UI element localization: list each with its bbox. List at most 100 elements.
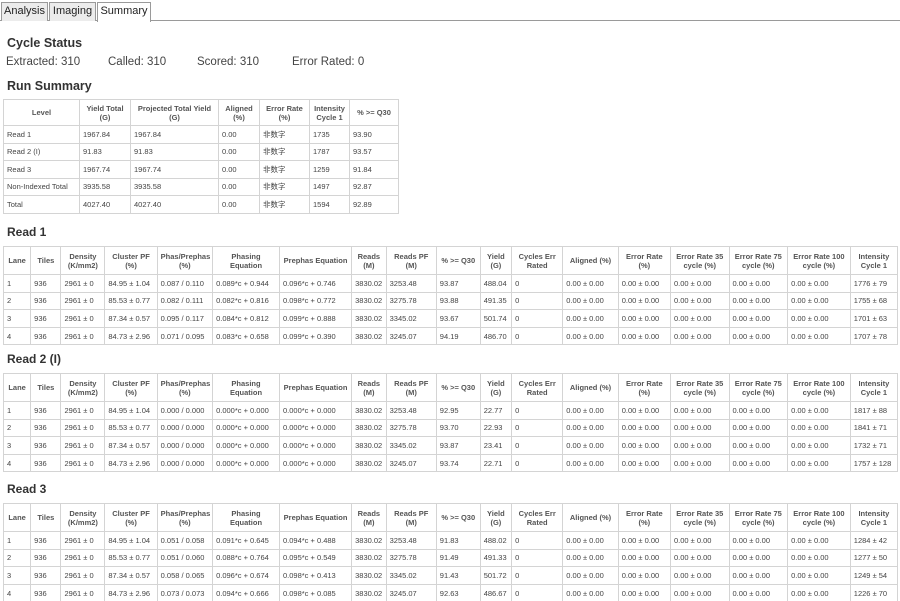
table-cell: 87.34 ± 0.57 [104, 436, 158, 455]
table-cell: Read 3 [3, 160, 80, 179]
read-table-header: Yield (G) [479, 503, 513, 532]
table-cell: 0.089*c + 0.944 [212, 274, 280, 293]
table-cell: 0 [511, 274, 564, 293]
read-table-header: Error Rate 35 cycle (%) [669, 246, 730, 275]
table-cell: 3830.02 [351, 436, 387, 455]
tab-bar: Analysis Imaging Summary [0, 0, 900, 22]
table-cell: 1594 [309, 195, 350, 214]
table-cell: 486.67 [479, 583, 513, 601]
table-cell: 3345.02 [385, 436, 437, 455]
table-cell: 0.00 ± 0.00 [728, 291, 789, 311]
table-row: 4 936 2961 ± 0 84.73 ± 2.96 0.071 / 0.095 0.0… [2, 326, 899, 346]
table-cell: 4 [2, 326, 32, 346]
table-row: 4 936 2961 ± 0 84.73 ± 2.96 0.000 / 0.000 0.0… [2, 453, 899, 473]
run-summary-header: Projected Total Yield (G) [130, 99, 219, 126]
table-row: 3 936 2961 ± 0 87.34 ± 0.57 0.000 / 0.000 0.0… [2, 436, 899, 455]
table-cell: 3345.02 [385, 309, 437, 328]
table-cell: 3245.07 [385, 583, 437, 601]
table-cell: 0.00 ± 0.00 [669, 274, 730, 293]
tab-imaging[interactable]: Imaging [49, 2, 96, 21]
table-cell: 0 [511, 583, 564, 601]
table-row: 1 936 2961 ± 0 84.95 ± 1.04 0.087 / 0.110 0.0… [2, 274, 899, 293]
table-cell: 0.000 / 0.000 [156, 418, 214, 438]
read-table-header: Error Rate 75 cycle (%) [728, 246, 789, 275]
read-table-header: Aligned (%) [562, 373, 619, 402]
table-cell: 0.00 ± 0.00 [787, 531, 851, 550]
table-cell: 0.00 ± 0.00 [562, 453, 619, 473]
table-cell: 0 [511, 418, 564, 438]
table-cell: 非数字 [259, 125, 310, 144]
read-table-header: Reads PF (M) [385, 373, 437, 402]
tab-analysis[interactable]: Analysis [1, 2, 48, 21]
table-cell: 2961 ± 0 [60, 566, 106, 585]
table-cell: 3830.02 [351, 418, 387, 438]
table-cell: 936 [30, 401, 62, 420]
table-cell: 0.000*c + 0.000 [278, 436, 353, 455]
table-row: 2 936 2961 ± 0 85.53 ± 0.77 0.051 / 0.060 0.0… [2, 548, 899, 568]
table-cell: 3935.58 [130, 177, 219, 196]
read-table-header: % >= Q30 [435, 246, 481, 275]
table-cell: 93.87 [435, 436, 481, 455]
table-cell: 2961 ± 0 [60, 401, 106, 420]
read-table-header: Error Rate 100 cycle (%) [787, 246, 851, 275]
table-cell: 936 [30, 453, 62, 473]
error-rated-count: Error Rated: 0 [292, 56, 365, 68]
read-table-header: % >= Q30 [435, 503, 481, 532]
table-cell: Read 2 (I) [3, 142, 80, 161]
tab-summary[interactable]: Summary [97, 2, 151, 22]
table-cell: 0.000 / 0.000 [156, 436, 214, 455]
read-table-header: Lane [2, 246, 32, 275]
read-table-header: Intensity Cycle 1 [849, 246, 899, 275]
table-cell: 0.071 / 0.095 [156, 326, 214, 346]
table-row: 2 936 2961 ± 0 85.53 ± 0.77 0.000 / 0.000 0.0… [2, 418, 899, 438]
table-row: 3 936 2961 ± 0 87.34 ± 0.57 0.058 / 0.065 0.0… [2, 566, 899, 585]
read-table-header: Cluster PF (%) [104, 246, 158, 275]
read-table-header: Cycles Err Rated [511, 246, 564, 275]
table-cell: 0.00 ± 0.00 [669, 453, 730, 473]
table-cell: 3830.02 [351, 548, 387, 568]
read-table-header: Phasing Equation [212, 246, 280, 275]
table-cell: 1967.74 [130, 160, 219, 179]
table-cell: 92.87 [349, 177, 399, 196]
summary-panel: Cycle Status Extracted: 310 Called: 310 … [0, 21, 900, 601]
table-cell: 3245.07 [385, 453, 437, 473]
read-table-header: Aligned (%) [562, 503, 619, 532]
table-cell: 94.19 [435, 326, 481, 346]
table-cell: 0 [511, 401, 564, 420]
table-cell: 1277 ± 50 [849, 548, 899, 568]
extracted-count: Extracted: 310 [6, 56, 81, 68]
table-cell: 0.00 ± 0.00 [669, 548, 730, 568]
table-cell: 3345.02 [385, 566, 437, 585]
table-cell: 3830.02 [351, 583, 387, 601]
table-cell: 0.083*c + 0.658 [212, 326, 280, 346]
table-cell: 0.00 ± 0.00 [617, 531, 671, 550]
table-cell: 84.73 ± 2.96 [104, 453, 158, 473]
table-cell: 84.95 ± 1.04 [104, 274, 158, 293]
table-cell: 1 [2, 401, 32, 420]
table-cell: 1817 ± 88 [849, 401, 899, 420]
table-cell: 3245.07 [385, 326, 437, 346]
table-cell: 84.73 ± 2.96 [104, 326, 158, 346]
table-cell: 936 [30, 326, 62, 346]
table-cell: 0 [511, 309, 564, 328]
table-cell: 0.095 / 0.117 [156, 309, 214, 328]
table-row: Non-Indexed Total 3935.58 3935.58 0.00 非数字 14… [3, 177, 399, 196]
table-cell: 93.87 [435, 274, 481, 293]
table-row: 1 936 2961 ± 0 84.95 ± 1.04 0.051 / 0.058 0.0… [2, 531, 899, 550]
read-table-header: Yield (G) [479, 246, 513, 275]
table-cell: 1732 ± 71 [849, 436, 899, 455]
table-cell: 1707 ± 78 [849, 326, 899, 346]
run-summary-table: Level Yield Total (G) Projected Total Yiel… [3, 99, 399, 214]
table-row: Read 2 (I) 91.83 91.83 0.00 非数字 1787 93.57 [3, 142, 399, 161]
table-cell: 936 [30, 583, 62, 601]
table-row: 1 936 2961 ± 0 84.95 ± 1.04 0.000 / 0.000 0.0… [2, 401, 899, 420]
table-cell: 2 [2, 291, 32, 311]
table-cell: 92.63 [435, 583, 481, 601]
table-cell: 0.00 [218, 125, 260, 144]
table-cell: 2 [2, 548, 32, 568]
table-cell: 非数字 [259, 177, 310, 196]
table-cell: 0.00 ± 0.00 [728, 531, 789, 550]
table-cell: 0.00 ± 0.00 [787, 309, 851, 328]
table-cell: 2961 ± 0 [60, 309, 106, 328]
table-cell: 936 [30, 548, 62, 568]
